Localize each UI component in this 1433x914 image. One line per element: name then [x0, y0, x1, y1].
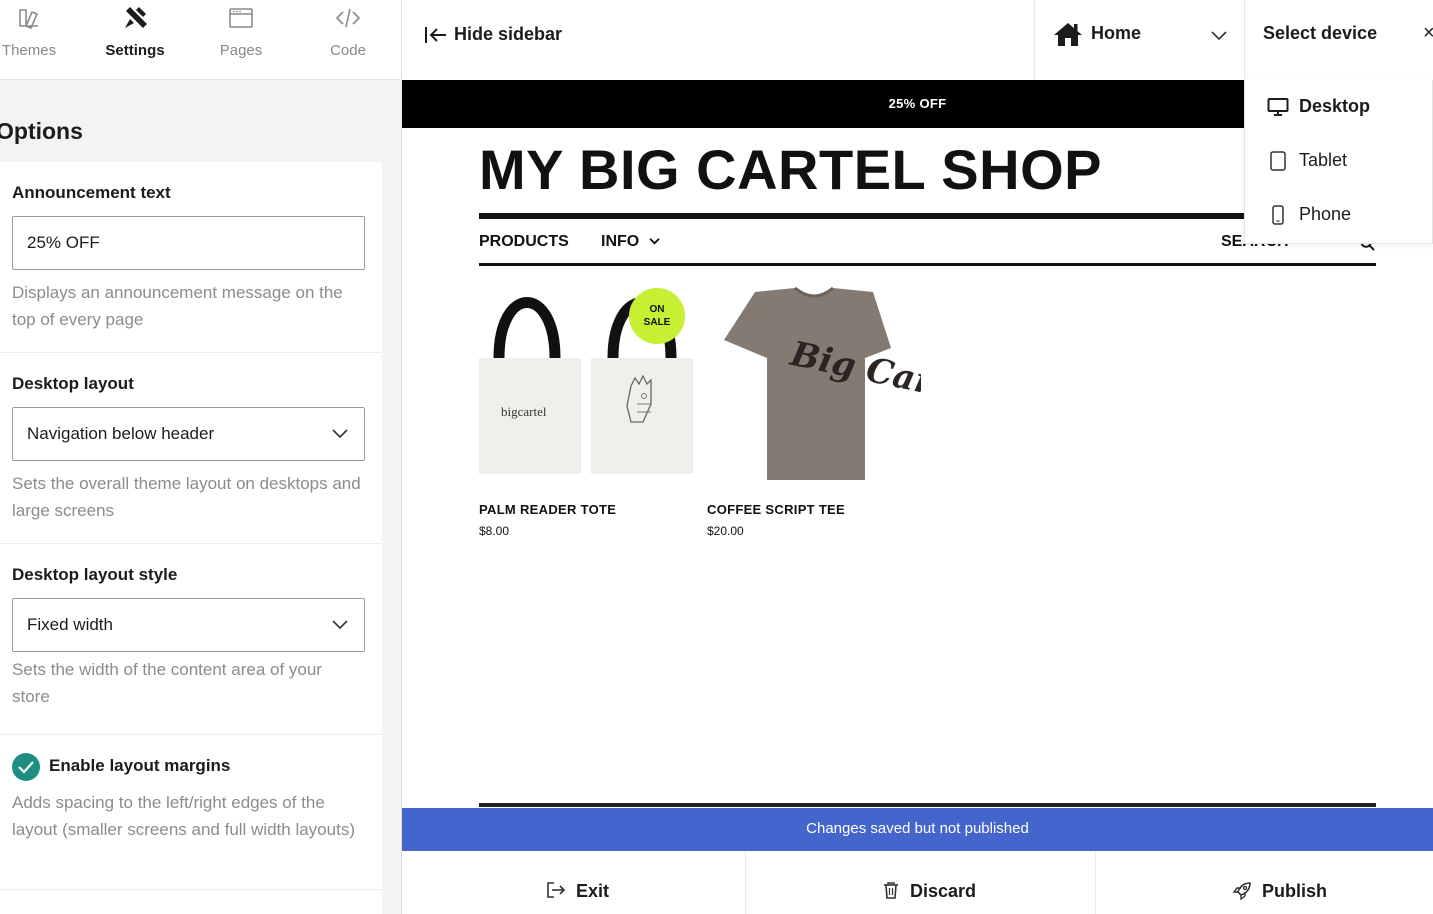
device-option-tablet[interactable]: Tablet — [1245, 134, 1433, 188]
discard-button[interactable]: Discard — [752, 851, 1096, 914]
desktop-layout-style-section: Desktop layout style Fixed width Sets th… — [0, 544, 382, 735]
desktop-layout-style-label: Desktop layout style — [12, 565, 178, 584]
tab-themes-label: Themes — [1, 42, 57, 59]
exit-icon — [547, 882, 566, 898]
tab-settings-label: Settings — [105, 42, 165, 59]
save-status-text: Changes saved but not published — [806, 820, 1029, 837]
tote-brand-text: bigcartel — [501, 404, 547, 419]
tab-settings[interactable]: Settings — [82, 0, 188, 80]
desktop-layout-style-help: Sets the width of the content area of yo… — [12, 660, 322, 706]
desktop-layout-style-value: Fixed width — [27, 615, 113, 634]
nav-info-label: INFO — [601, 233, 640, 250]
settings-icon — [125, 7, 147, 28]
chevron-down-icon — [332, 620, 348, 630]
themes-icon — [19, 9, 39, 30]
layout-margins-label[interactable]: Enable layout margins — [49, 756, 230, 776]
desktop-layout-value: Navigation below header — [27, 424, 215, 443]
device-option-desktop[interactable]: Desktop — [1245, 80, 1433, 134]
page-select-value: Home — [1091, 23, 1142, 43]
publish-button[interactable]: Publish — [1102, 851, 1433, 914]
layout-margins-section: Enable layout margins Adds spacing to th… — [0, 735, 382, 890]
sale-badge-line1: ON — [649, 304, 665, 315]
tab-themes[interactable]: Themes — [0, 0, 82, 80]
check-icon — [18, 761, 34, 774]
tablet-icon — [1270, 151, 1286, 171]
options-heading: Options — [0, 118, 83, 144]
desktop-icon — [1267, 98, 1289, 116]
sidebar-tabs: Themes Settings Pages Code — [0, 0, 401, 80]
layout-margins-checkbox[interactable] — [12, 753, 40, 781]
announcement-input-value: 25% OFF — [27, 233, 100, 252]
tab-pages[interactable]: Pages — [188, 0, 294, 80]
footer-divider — [479, 803, 1376, 807]
announcement-help: Displays an announcement message on the … — [12, 283, 343, 329]
exit-label: Exit — [576, 881, 610, 901]
close-icon[interactable]: × — [1423, 22, 1433, 45]
nav-divider — [479, 263, 1376, 266]
header-divider — [479, 213, 1376, 219]
shop-title[interactable]: MY BIG CARTEL SHOP — [479, 142, 1102, 198]
code-icon — [335, 8, 361, 28]
discard-label: Discard — [910, 881, 977, 901]
hide-sidebar-label: Hide sidebar — [454, 24, 563, 44]
editor-topbar: Hide sidebar Home Select device × — [402, 0, 1433, 80]
tab-pages-label: Pages — [219, 42, 263, 59]
desktop-layout-select[interactable]: Navigation below header — [12, 407, 365, 461]
device-select[interactable]: Select device × — [1244, 0, 1433, 80]
desktop-layout-label: Desktop layout — [12, 374, 134, 393]
options-panel: Announcement text 25% OFF Displays an an… — [0, 162, 382, 914]
nav-info-link[interactable]: INFO — [601, 233, 660, 251]
product-name: PALM READER TOTE — [479, 502, 617, 517]
announcement-text-input[interactable]: 25% OFF — [12, 216, 365, 270]
tab-code-label: Code — [330, 42, 366, 59]
device-menu: Desktop Tablet Phone — [1244, 80, 1433, 244]
device-select-label: Select device — [1263, 23, 1378, 43]
device-option-phone-label: Phone — [1299, 204, 1352, 224]
layout-margins-help: Adds spacing to the left/right edges of … — [12, 793, 355, 839]
product-price: $20.00 — [707, 524, 744, 538]
product-name: COFFEE SCRIPT TEE — [707, 502, 846, 517]
nav-products-link[interactable]: PRODUCTS — [479, 233, 569, 251]
save-status-bar: Changes saved but not published — [402, 808, 1433, 851]
collapse-left-icon — [425, 27, 446, 43]
chevron-down-icon — [649, 238, 660, 245]
device-option-desktop-label: Desktop — [1299, 96, 1371, 116]
trash-icon — [884, 882, 898, 899]
desktop-layout-style-select[interactable]: Fixed width — [12, 598, 365, 652]
publish-label: Publish — [1262, 881, 1328, 901]
announcement-section: Announcement text 25% OFF Displays an an… — [0, 162, 382, 353]
store-nav: PRODUCTS INFO SEARCH — [479, 230, 1376, 260]
page-select-dropdown[interactable]: Home — [1034, 0, 1244, 80]
desktop-layout-help: Sets the overall theme layout on desktop… — [12, 474, 361, 520]
phone-icon — [1272, 205, 1284, 225]
editor-action-bar: Exit Discard Publish — [402, 851, 1433, 914]
home-icon — [1054, 23, 1082, 46]
device-option-phone[interactable]: Phone — [1245, 188, 1433, 242]
settings-sidebar: Themes Settings Pages Code Options Annou… — [0, 0, 402, 914]
sale-badge-line2: SALE — [643, 317, 671, 328]
rocket-icon — [1232, 882, 1251, 901]
device-option-tablet-label: Tablet — [1299, 150, 1348, 170]
on-sale-badge: ON SALE — [629, 288, 685, 344]
chevron-down-icon — [1211, 31, 1227, 41]
product-price: $8.00 — [479, 524, 510, 538]
desktop-layout-section: Desktop layout Navigation below header S… — [0, 353, 382, 544]
tab-code[interactable]: Code — [295, 0, 401, 80]
product-image-tee: Big Cartel — [724, 286, 921, 480]
announcement-label: Announcement text — [12, 183, 171, 202]
chevron-down-icon — [332, 429, 348, 439]
exit-button[interactable]: Exit — [402, 851, 746, 914]
pages-icon — [229, 8, 253, 28]
